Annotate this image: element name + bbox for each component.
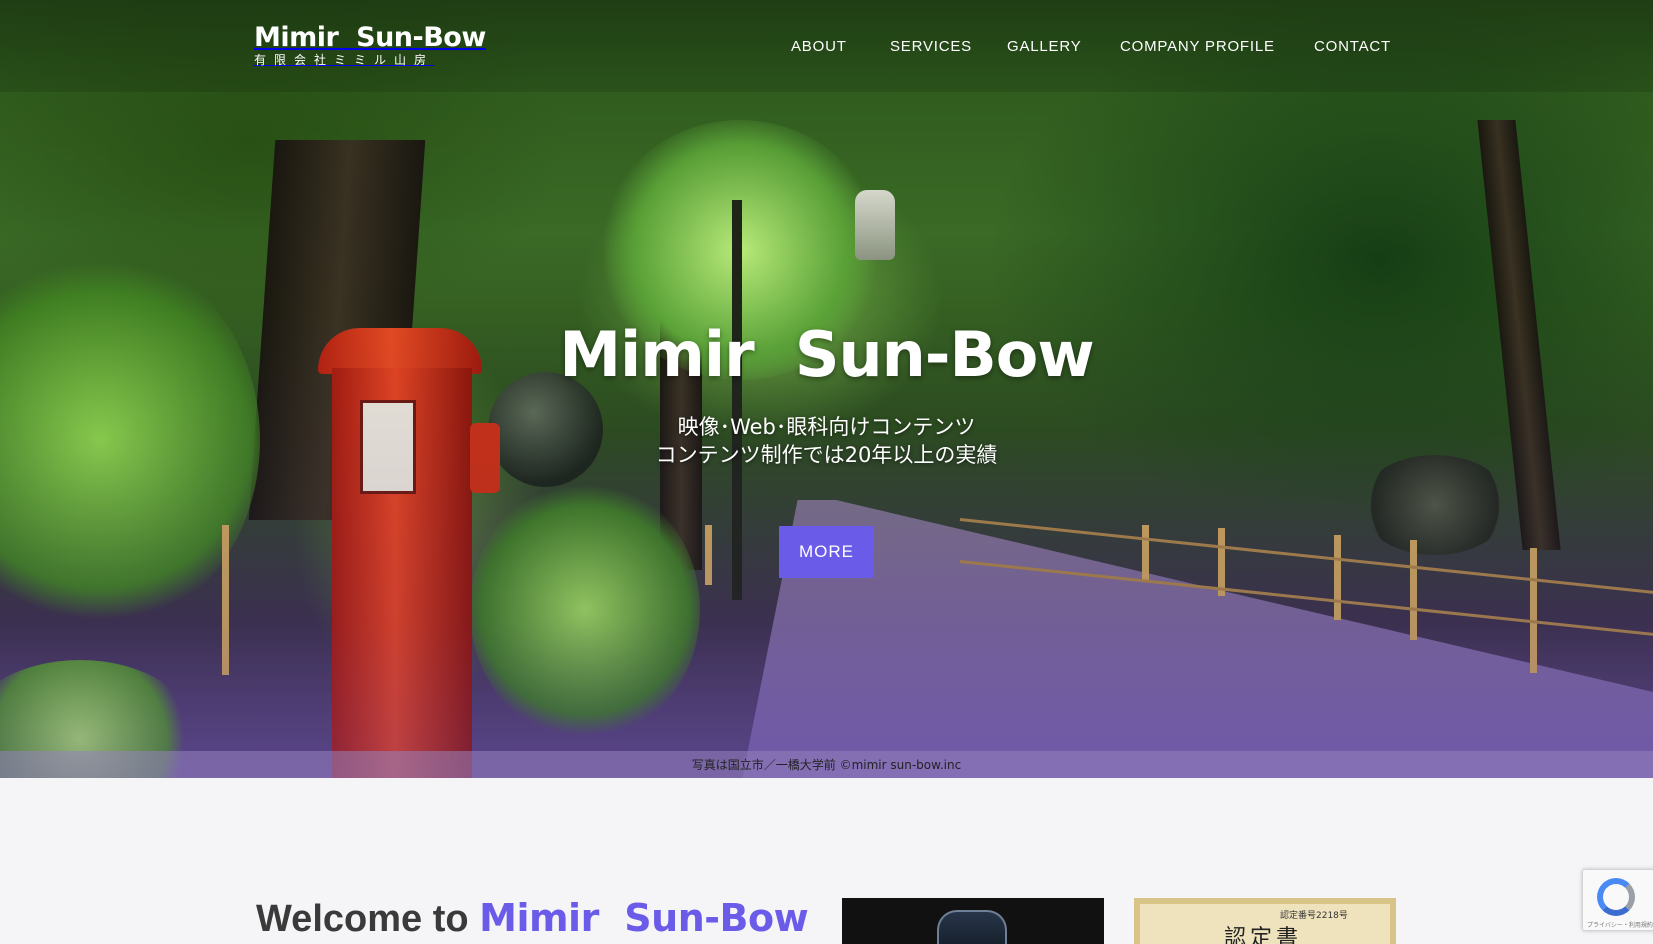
hero-section: Mimir Sun-Bow 有限会社ミミル山房 ABOUT SERVICES G… xyxy=(0,0,1653,778)
nav-gallery[interactable]: GALLERY xyxy=(1007,38,1082,55)
more-button[interactable]: MORE xyxy=(779,526,874,578)
site-header: Mimir Sun-Bow 有限会社ミミル山房 ABOUT SERVICES G… xyxy=(0,0,1653,92)
welcome-prefix: Welcome to xyxy=(256,898,480,940)
hero-subtitle-line1: 映像･Web･眼科向けコンテンツ xyxy=(677,415,976,439)
recaptcha-badge[interactable]: プライバシー・利用規約 xyxy=(1582,869,1653,931)
certificate-title: 認定書 xyxy=(1224,926,1303,944)
nav-services[interactable]: SERVICES xyxy=(890,38,972,55)
site-logo[interactable]: Mimir Sun-Bow 有限会社ミミル山房 xyxy=(254,22,486,68)
photo-caption: 写真は国立市／一橋大学前 ©mimir sun-bow.inc xyxy=(691,758,962,772)
photo-caption-bar: 写真は国立市／一橋大学前 ©mimir sun-bow.inc xyxy=(0,751,1653,778)
nav-contact[interactable]: CONTACT xyxy=(1314,38,1391,55)
recaptcha-icon xyxy=(1597,878,1635,916)
logo-company-name: 有限会社ミミル山房 xyxy=(254,53,435,67)
hero-title: Mimir Sun-Bow xyxy=(559,318,1094,391)
nav-about[interactable]: ABOUT xyxy=(791,38,847,55)
certificate-thumbnail[interactable]: 認定番号2218号 認定書 xyxy=(1134,898,1396,944)
nav-company-profile[interactable]: COMPANY PROFILE xyxy=(1120,38,1275,55)
logo-wordmark: Mimir Sun-Bow xyxy=(254,22,486,53)
recaptcha-links[interactable]: プライバシー・利用規約 xyxy=(1587,920,1653,929)
welcome-heading: Welcome to Mimir Sun-Bow xyxy=(256,896,809,941)
product-thumbnail[interactable] xyxy=(842,898,1104,944)
welcome-brand: Mimir Sun-Bow xyxy=(479,896,809,940)
device-image xyxy=(937,910,1007,944)
hero-subtitle-line2: コンテンツ制作では20年以上の実績 xyxy=(655,443,998,467)
